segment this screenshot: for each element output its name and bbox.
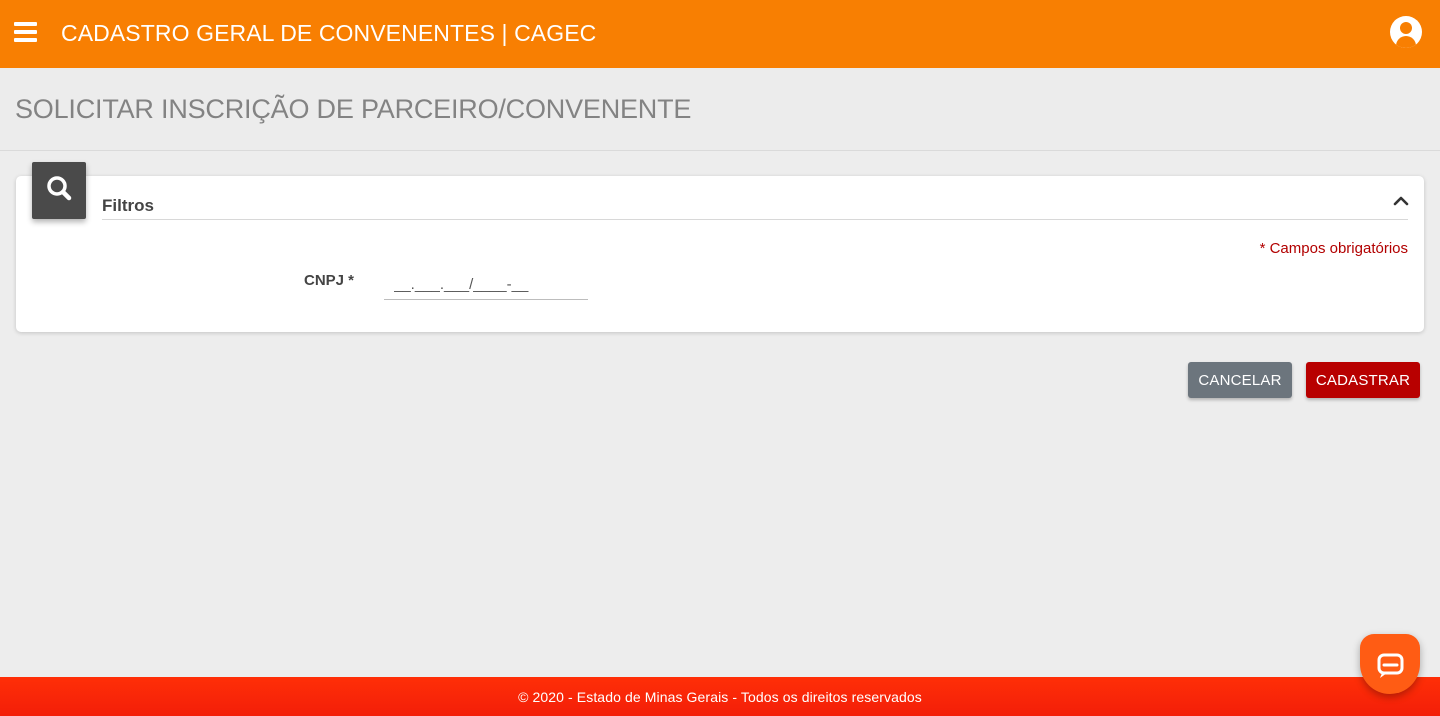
filters-card: Filtros * Campos obrigatórios CNPJ * [16,176,1424,332]
card-divider [102,219,1408,220]
cnpj-label: CNPJ * [304,272,355,289]
page-header: SOLICITAR INSCRIÇÃO DE PARCEIRO/CONVENEN… [0,68,1440,151]
submit-button[interactable]: CADASTRAR [1306,362,1420,398]
required-fields-note: * Campos obrigatórios [1259,240,1408,257]
footer-copyright: © 2020 - Estado de Minas Gerais - Todos … [518,688,922,705]
cnpj-input[interactable] [384,270,588,300]
filters-title: Filtros [102,196,154,215]
hamburger-menu-icon[interactable] [14,22,37,43]
page-title: SOLICITAR INSCRIÇÃO DE PARCEIRO/CONVENEN… [15,94,692,124]
cancel-button[interactable]: CANCELAR [1188,362,1292,398]
account-circle-icon[interactable] [1390,16,1422,48]
top-app-bar: CADASTRO GERAL DE CONVENENTES | CAGEC [0,0,1440,68]
app-title: CADASTRO GERAL DE CONVENENTES | CAGEC [61,20,597,46]
search-icon [32,162,86,219]
footer: © 2020 - Estado de Minas Gerais - Todos … [0,677,1440,716]
chevron-up-icon[interactable] [1392,194,1410,208]
chat-bubble-icon[interactable] [1360,634,1420,694]
